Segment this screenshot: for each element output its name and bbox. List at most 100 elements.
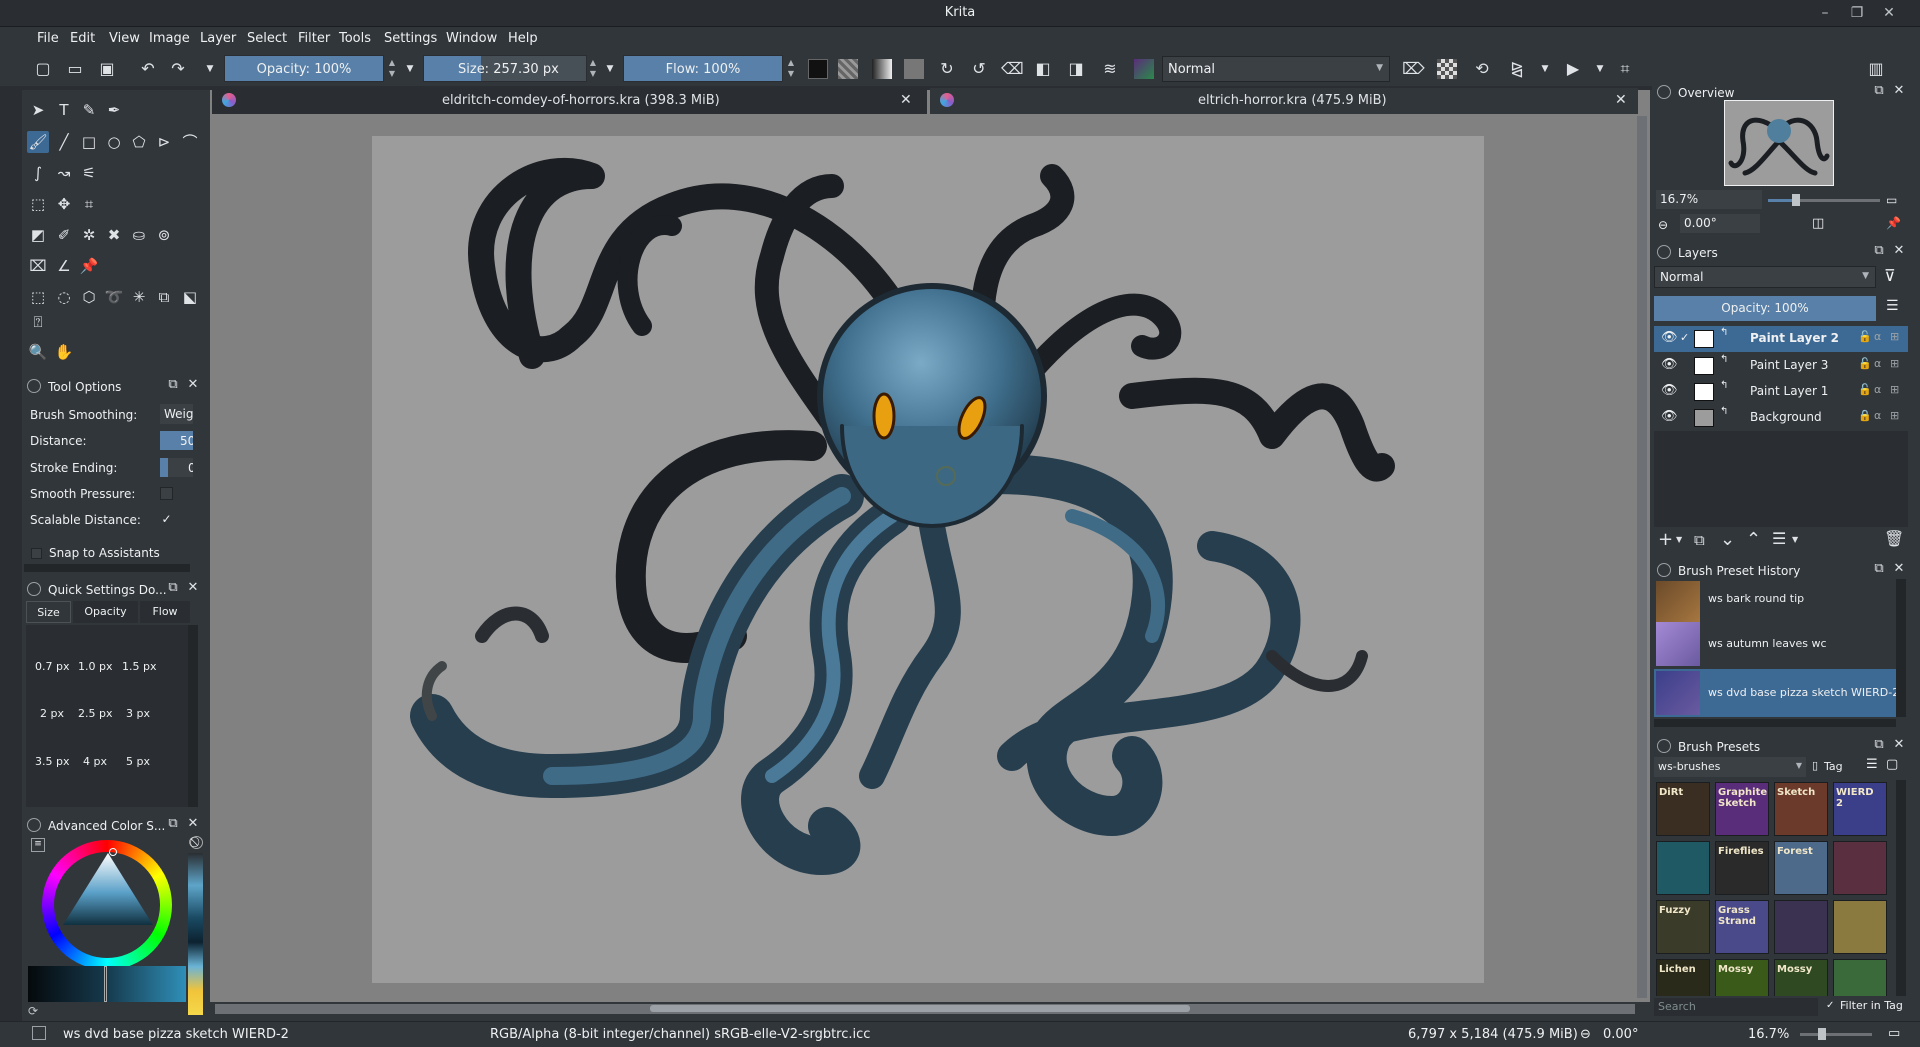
menu-window[interactable]: Window bbox=[446, 31, 497, 46]
preset-scrollbar[interactable] bbox=[1896, 780, 1906, 996]
preset-search-input[interactable]: Search bbox=[1654, 998, 1818, 1016]
menu-filter[interactable]: Filter bbox=[298, 31, 330, 46]
smooth-pressure-checkbox[interactable] bbox=[160, 487, 173, 500]
assistant-tool-icon[interactable]: ⌧ bbox=[27, 255, 49, 277]
similar-select-icon[interactable]: ⧉ bbox=[153, 286, 175, 308]
text-tool-icon[interactable]: T bbox=[53, 99, 75, 121]
edit-shapes-icon[interactable]: ✎ bbox=[78, 99, 100, 121]
ellipse-select-icon[interactable]: ◌ bbox=[53, 286, 75, 308]
pin-icon[interactable]: 📌 bbox=[1886, 216, 1901, 230]
status-zoom-slider[interactable] bbox=[1800, 1028, 1872, 1040]
inherit-alpha-icon[interactable]: ↰ bbox=[1720, 354, 1728, 365]
chevron-down-icon[interactable]: ▼ bbox=[1590, 59, 1610, 79]
reset-color-icon[interactable]: ⃠ bbox=[190, 836, 203, 849]
overview-thumbnail[interactable] bbox=[1724, 100, 1834, 186]
move-tool-icon[interactable]: ✥ bbox=[53, 193, 75, 215]
rotate-cw-icon[interactable]: ↻ bbox=[937, 59, 957, 79]
brush-preset-tile[interactable] bbox=[1833, 959, 1887, 996]
freehand-select-icon[interactable]: ➰ bbox=[103, 286, 125, 308]
brush-preset-tile[interactable]: Fuzzy bbox=[1656, 900, 1710, 954]
clear-icon[interactable]: ⌫ bbox=[1001, 59, 1024, 79]
layer-lock-icon[interactable]: 🔓 bbox=[1858, 383, 1872, 396]
stroke-ending-slider[interactable]: 0. bbox=[160, 458, 193, 477]
lock-icon[interactable] bbox=[27, 582, 41, 596]
lock-icon[interactable] bbox=[27, 379, 41, 393]
document-tab-2[interactable]: eltrich-horror.kra (475.9 MiB) ✕ bbox=[930, 88, 1638, 114]
size-preset[interactable]: 2 px bbox=[40, 707, 64, 720]
measure-tool-icon[interactable]: ∠ bbox=[53, 255, 75, 277]
canvas-vertical-scrollbar[interactable] bbox=[1637, 116, 1647, 998]
smart-patch-icon[interactable]: ✲ bbox=[78, 224, 100, 246]
pattern-icon[interactable] bbox=[838, 59, 858, 79]
fit-view-icon[interactable]: ▭ bbox=[1886, 193, 1897, 207]
document-tab-1[interactable]: eldritch-comdey-of-horrors.kra (398.3 Mi… bbox=[212, 88, 927, 114]
menu-view[interactable]: View bbox=[109, 31, 140, 46]
inherit-alpha-icon[interactable]: ↰ bbox=[1720, 380, 1728, 391]
status-zoom-handle[interactable] bbox=[1818, 1028, 1826, 1040]
lock-icon[interactable] bbox=[1657, 739, 1671, 753]
brush-preset-tile[interactable]: DiRt bbox=[1656, 782, 1710, 836]
lock-icon[interactable] bbox=[1657, 563, 1671, 577]
preserve-alpha-icon[interactable] bbox=[1437, 59, 1457, 79]
layer-lock-icon[interactable]: 🔓 bbox=[1858, 357, 1872, 370]
chevron-down-icon[interactable]: ▼ bbox=[400, 59, 420, 79]
size-preset[interactable]: 3 px bbox=[126, 707, 150, 720]
flow-spin-arrows[interactable]: ▲ ▼ bbox=[786, 57, 796, 79]
visibility-eye-icon[interactable]: 👁 bbox=[1661, 383, 1678, 398]
alpha-icon[interactable]: α bbox=[1874, 330, 1881, 343]
wrap-icon[interactable]: ◧ bbox=[1033, 59, 1053, 79]
lock-icon[interactable] bbox=[27, 818, 41, 832]
gradient-tool-icon[interactable]: ◩ bbox=[27, 224, 49, 246]
brush-preset-tile[interactable]: Sketch bbox=[1774, 782, 1828, 836]
fill-tool-icon[interactable]: ⛀ bbox=[128, 224, 150, 246]
brush-preset-tile[interactable] bbox=[1833, 900, 1887, 954]
layer-row[interactable]: 👁 ↰ Paint Layer 1 🔓 α ⊞ bbox=[1654, 379, 1908, 405]
add-layer-icon[interactable]: + bbox=[1658, 529, 1673, 550]
fg-bg-color-icon[interactable] bbox=[808, 59, 828, 79]
overview-zoom-select[interactable]: 16.7% bbox=[1656, 190, 1762, 209]
pan-tool-icon[interactable]: ✋ bbox=[53, 341, 75, 363]
crop-icon[interactable]: ⌗ bbox=[1615, 59, 1635, 79]
tab-flow[interactable]: Flow bbox=[140, 601, 190, 623]
menu-image[interactable]: Image bbox=[149, 31, 190, 46]
tag-select[interactable]: ws-brushes ▼ bbox=[1654, 757, 1806, 777]
inherit-alpha-icon[interactable]: ↰ bbox=[1720, 327, 1728, 338]
lock-icon[interactable] bbox=[1657, 85, 1671, 99]
calligraphy-icon[interactable]: ✒ bbox=[103, 99, 125, 121]
brush-preset-tile[interactable] bbox=[1656, 841, 1710, 895]
mirror-horizontal-icon[interactable]: ⧎ bbox=[1507, 59, 1527, 79]
size-preset[interactable]: 5 px bbox=[126, 755, 150, 768]
polygon-tool-icon[interactable]: ⬠ bbox=[128, 131, 150, 153]
history-scrollbar[interactable] bbox=[1896, 579, 1906, 717]
layer-lock-icon[interactable]: 🔒 bbox=[1858, 409, 1872, 422]
mirror-vertical-icon[interactable]: ▶ bbox=[1563, 59, 1583, 79]
tab-size[interactable]: Size bbox=[26, 601, 71, 623]
quick-settings-scrollbar[interactable] bbox=[188, 625, 198, 807]
bezier-select-icon[interactable]: ⬕ bbox=[179, 286, 201, 308]
duplicate-layer-icon[interactable]: ⧉ bbox=[1694, 531, 1705, 549]
history-item[interactable]: ws dvd base pizza sketch WIERD-2 bbox=[1654, 669, 1896, 717]
polygon-select-icon[interactable]: ⬡ bbox=[78, 286, 100, 308]
size-slider[interactable]: Size: 257.30 px bbox=[423, 55, 587, 82]
size-preset[interactable]: 3.5 px bbox=[35, 755, 69, 768]
list-view-icon[interactable]: ☰ bbox=[1866, 757, 1878, 772]
save-icon[interactable]: ▣ bbox=[97, 59, 117, 79]
close-icon[interactable]: ✕ bbox=[1615, 92, 1627, 108]
blend-mode-select[interactable]: Normal ▼ bbox=[1162, 56, 1390, 82]
tag-button[interactable]: ▯ Tag bbox=[1812, 758, 1854, 776]
tab-opacity[interactable]: Opacity bbox=[73, 601, 138, 623]
close-icon[interactable]: ✕ bbox=[1892, 737, 1906, 752]
snap-checkbox[interactable] bbox=[31, 548, 42, 559]
close-icon[interactable]: ✕ bbox=[900, 92, 912, 108]
status-zoom[interactable]: 16.7% bbox=[1748, 1027, 1789, 1042]
float-icon[interactable]: ⧉ bbox=[166, 580, 180, 595]
float-icon[interactable]: ⧉ bbox=[1872, 737, 1886, 752]
float-icon[interactable]: ⧉ bbox=[166, 816, 180, 831]
layer-row[interactable]: 👁 ✓ ↰ Paint Layer 2 🔓 α ⊞ bbox=[1654, 326, 1908, 352]
chevron-down-icon[interactable]: ▼ bbox=[200, 59, 220, 79]
status-rotation[interactable]: 0.00° bbox=[1603, 1027, 1638, 1042]
select-shapes-icon[interactable]: ➤ bbox=[27, 99, 49, 121]
alpha-lock-icon[interactable]: ⊞ bbox=[1890, 383, 1899, 396]
brush-preset-tile[interactable]: Lichen bbox=[1656, 959, 1710, 996]
line-tool-icon[interactable]: ╱ bbox=[53, 131, 75, 153]
